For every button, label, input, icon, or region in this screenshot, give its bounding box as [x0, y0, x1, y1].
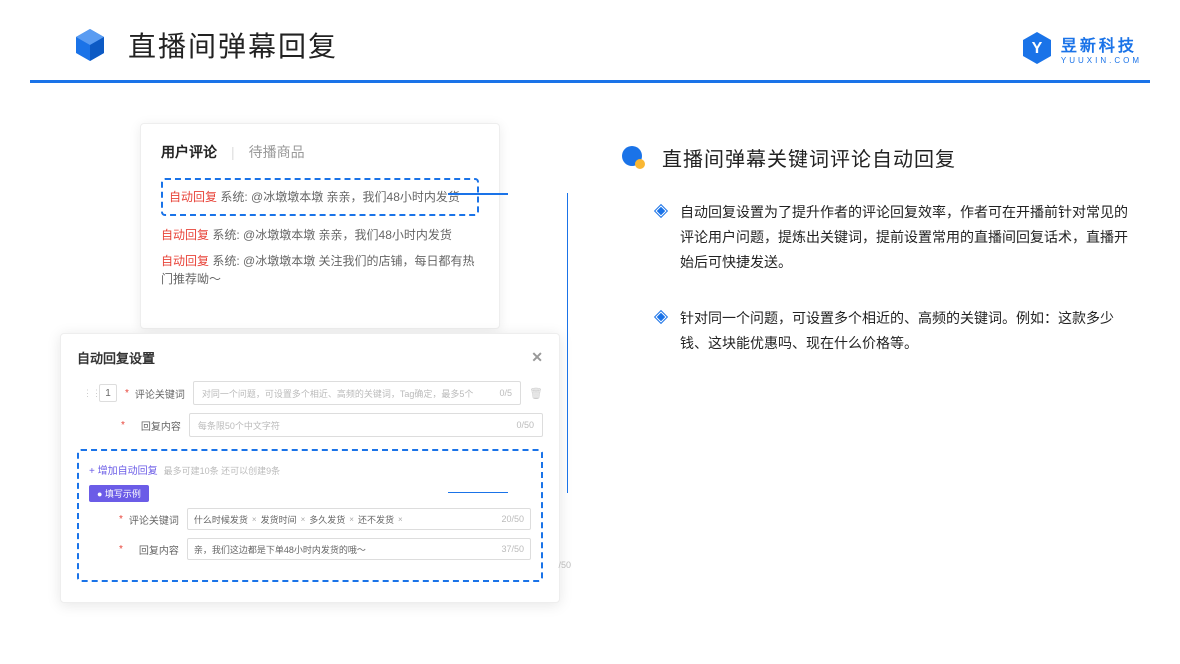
comment-text: 系统: @冰墩墩本墩 关注我们的店铺，每日都有热门推荐呦～ [161, 254, 475, 286]
counter: 0/50 [516, 420, 534, 430]
chat-bubble-icon [620, 144, 648, 172]
brand-icon: Y [1019, 30, 1055, 66]
tag-remove-icon[interactable]: × [252, 515, 257, 524]
bullet-1: 自动回复设置为了提升作者的评论回复效率，作者可在开播前针对常见的评论用户问题，提… [680, 200, 1140, 276]
keyword-input[interactable]: 对同一个问题，可设置多个相近、高频的关键词，Tag确定，最多5个 0/5 [193, 381, 521, 405]
tab-products[interactable]: 待播商品 [249, 142, 305, 162]
content-input[interactable]: 每条限50个中文字符 0/50 [189, 413, 543, 437]
required-icon: * [121, 420, 125, 431]
page-title: 直播间弹幕回复 [128, 25, 338, 65]
auto-reply-tag: 自动回复 [161, 254, 209, 268]
ex-keyword-input[interactable]: 什么时候发货× 发货时间× 多久发货× 还不发货× 20/50 [187, 508, 531, 530]
required-icon: * [119, 514, 123, 525]
counter: 20/50 [501, 514, 524, 524]
add-reply-link[interactable]: + 增加自动回复 [89, 466, 158, 477]
tag-remove-icon[interactable]: × [349, 515, 354, 524]
settings-title: 自动回复设置 [77, 348, 155, 367]
tab-comments[interactable]: 用户评论 [161, 142, 217, 162]
content-label: 回复内容 [129, 418, 181, 433]
diamond-bullet-icon [654, 204, 668, 218]
svg-text:Y: Y [1032, 40, 1043, 57]
drag-handle-icon[interactable]: ⋮⋮ [83, 388, 91, 399]
tag: 多久发货 [309, 513, 345, 526]
diamond-bullet-icon [654, 309, 668, 323]
required-icon: * [125, 388, 129, 399]
tag-remove-icon[interactable]: × [398, 515, 403, 524]
example-badge: ● 填写示例 [89, 485, 149, 502]
close-icon[interactable]: ✕ [531, 349, 543, 366]
tab-divider: | [231, 144, 235, 160]
trash-icon[interactable]: 🗑 [529, 387, 543, 400]
ex-content-label: 回复内容 [127, 542, 179, 557]
ex-content-value: 亲，我们这边都是下单48小时内发货的哦～ [194, 543, 498, 556]
extra-counter: /50 [558, 560, 571, 570]
keyword-label: 评论关键词 [133, 386, 185, 401]
tag: 发货时间 [261, 513, 297, 526]
counter: 0/5 [500, 388, 513, 398]
brand-name: 昱新科技 [1061, 32, 1142, 56]
comment-text: 系统: @冰墩墩本墩 亲亲，我们48小时内发货 [217, 190, 460, 204]
example-section: + 增加自动回复最多可建10条 还可以创建9条 ● 填写示例 * 评论关键词 什… [77, 449, 543, 582]
tag: 什么时候发货 [194, 513, 248, 526]
index-box: 1 [99, 384, 117, 402]
ex-content-input[interactable]: 亲，我们这边都是下单48小时内发货的哦～ 37/50 [187, 538, 531, 560]
section-title: 直播间弹幕关键词评论自动回复 [662, 143, 956, 172]
tag: 还不发货 [358, 513, 394, 526]
tag-remove-icon[interactable]: × [301, 515, 306, 524]
bullet-2: 针对同一个问题，可设置多个相近的、高频的关键词。例如：这款多少钱、这块能优惠吗、… [680, 306, 1140, 356]
auto-reply-tag: 自动回复 [161, 228, 209, 242]
comment-text: 系统: @冰墩墩本墩 亲亲，我们48小时内发货 [209, 228, 452, 242]
auto-reply-tag: 自动回复 [169, 190, 217, 204]
comment-card: 用户评论 | 待播商品 自动回复 系统: @冰墩墩本墩 亲亲，我们48小时内发货… [140, 123, 500, 329]
highlighted-comment: 自动回复 系统: @冰墩墩本墩 亲亲，我们48小时内发货 [161, 178, 479, 216]
required-icon: * [119, 544, 123, 555]
auto-reply-settings-modal: 自动回复设置 ✕ ⋮⋮ 1 * 评论关键词 对同一个问题，可设置多个相近、高频的… [60, 333, 560, 603]
brand-logo-block: Y 昱新科技 YUUXIN.COM [1019, 30, 1142, 66]
brand-sub: YUUXIN.COM [1061, 56, 1142, 65]
cube-icon [70, 25, 110, 65]
counter: 37/50 [501, 544, 524, 554]
add-hint: 最多可建10条 还可以创建9条 [164, 466, 281, 476]
ex-keyword-label: 评论关键词 [127, 512, 179, 527]
